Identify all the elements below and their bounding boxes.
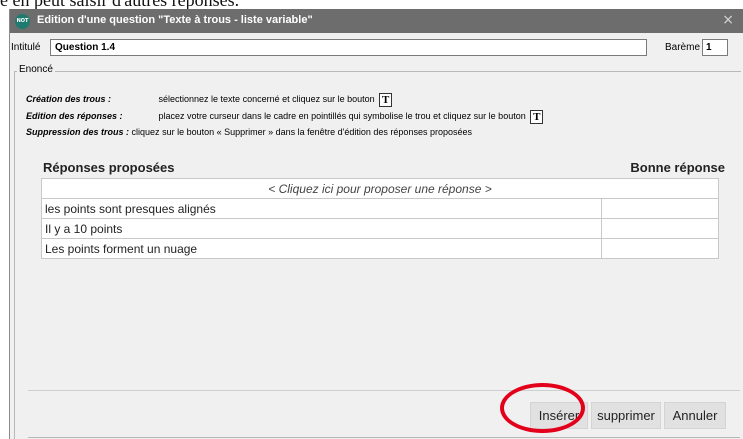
delete-button[interactable]: supprimer [591, 402, 661, 429]
correct-answer-cell[interactable] [601, 238, 719, 259]
add-answer-prompt[interactable]: < Cliquez ici pour proposer une réponse … [41, 178, 719, 199]
close-icon[interactable]: × [722, 12, 734, 28]
instruction-create-holes: Création des trous : sélectionnez le tex… [26, 93, 393, 107]
answers-table: < Cliquez ici pour proposer une réponse … [41, 178, 719, 259]
insert-button[interactable]: Insérer [530, 402, 588, 429]
correct-answer-cell[interactable] [601, 218, 719, 239]
instruction-label: Création des trous : [26, 94, 112, 105]
instruction-text: placez votre curseur dans le cadre en po… [158, 111, 526, 122]
instruction-delete-holes: Suppression des trous : cliquez sur le b… [26, 127, 472, 137]
document-caption: e en peut saisir d'autres réponses. [0, 0, 743, 9]
text-hole-icon[interactable]: T [530, 110, 544, 124]
correct-answer-cell[interactable] [601, 198, 719, 219]
footer-divider [28, 390, 740, 391]
table-row[interactable]: < Cliquez ici pour proposer une réponse … [41, 178, 719, 199]
instruction-text: sélectionnez le texte concerné et clique… [158, 94, 375, 105]
bareme-field[interactable]: 1 [702, 39, 728, 56]
answer-cell[interactable]: Les points forment un nuage [41, 238, 602, 259]
table-row[interactable]: les points sont presques alignés [41, 198, 719, 219]
instruction-text: cliquez sur le bouton « Supprimer » dans… [131, 127, 472, 137]
instruction-edit-answers: Edition des réponses : placez votre curs… [26, 110, 544, 124]
title-bar[interactable]: NOT Edition d'une question "Texte à trou… [10, 9, 743, 33]
table-row[interactable]: Il y a 10 points [41, 218, 719, 239]
window-title: Edition d'une question "Texte à trous - … [37, 14, 313, 26]
text-hole-icon[interactable]: T [379, 93, 393, 107]
app-logo-icon: NOT [15, 14, 30, 29]
bottom-divider [28, 437, 740, 438]
edit-question-dialog: NOT Edition d'une question "Texte à trou… [9, 9, 743, 439]
answer-cell[interactable]: Il y a 10 points [41, 218, 602, 239]
instruction-label: Edition des réponses : [26, 111, 123, 122]
answers-panel: Réponses proposées Bonne réponse < Cliqu… [29, 152, 729, 392]
bareme-label: Barème [665, 42, 701, 53]
enonce-legend: Enoncé [17, 64, 55, 75]
answer-cell[interactable]: les points sont presques alignés [41, 198, 602, 219]
table-row[interactable]: Les points forment un nuage [41, 238, 719, 259]
correct-column-header: Bonne réponse [630, 160, 725, 175]
instruction-label: Suppression des trous : [26, 127, 130, 137]
answers-column-header: Réponses proposées [43, 160, 175, 175]
intitule-label: Intitulé [11, 42, 41, 53]
cancel-button[interactable]: Annuler [664, 402, 726, 429]
intitule-field[interactable]: Question 1.4 [50, 39, 647, 56]
